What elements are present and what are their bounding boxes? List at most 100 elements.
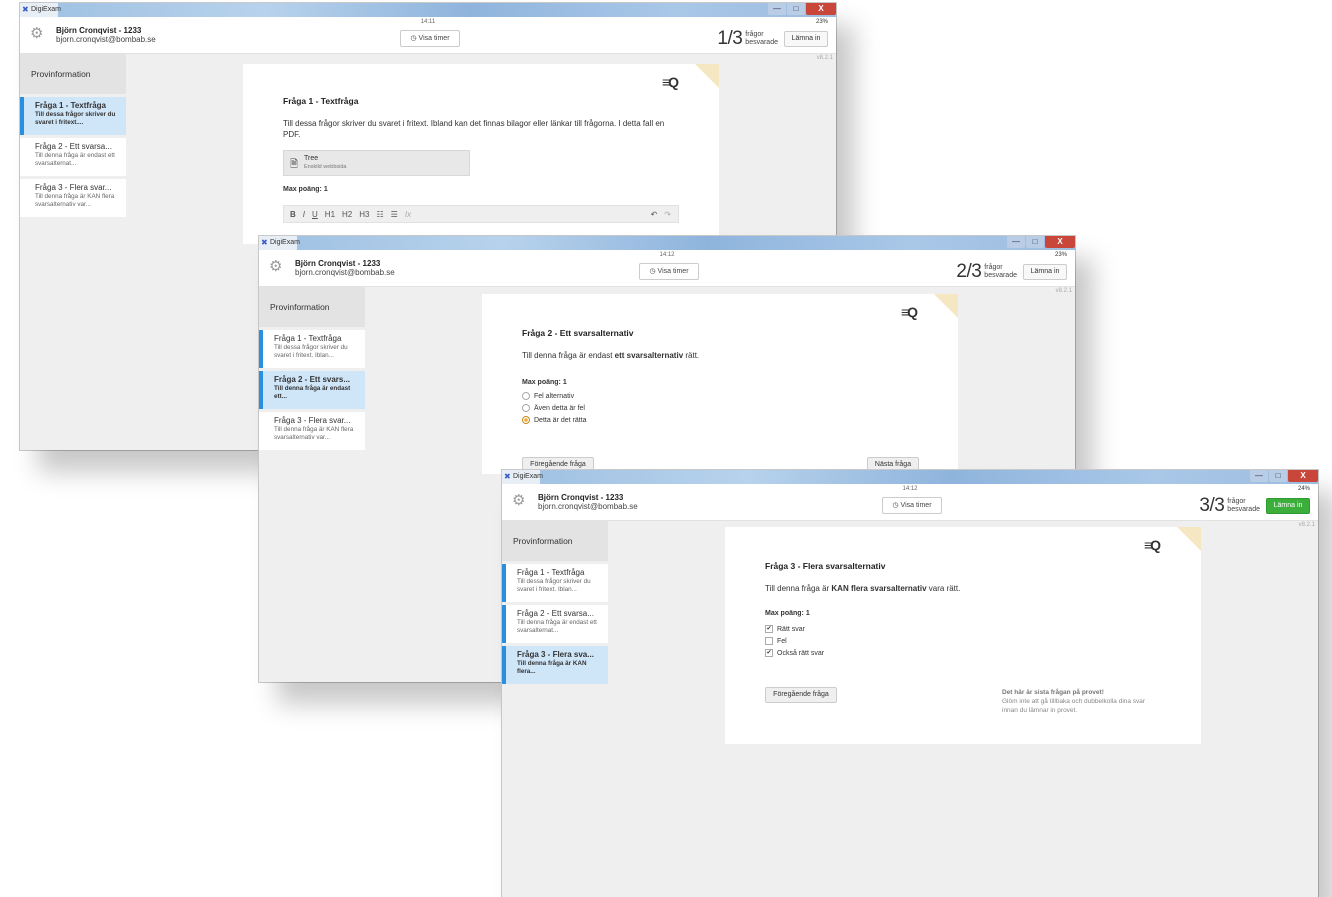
last-question-note: Det här är sista frågan på provet! Glöm … bbox=[1002, 689, 1146, 714]
progress-count: 2/3 bbox=[956, 261, 982, 282]
question-text: Till dessa frågor skriver du svaret i fr… bbox=[283, 119, 665, 139]
app-name: DigiExam bbox=[513, 473, 543, 480]
user-email: bjorn.cronqvist@bombab.se bbox=[538, 502, 638, 511]
zoom-text-icon[interactable]: ≡Q bbox=[1144, 537, 1161, 553]
attachment[interactable]: 🗎 Tree Enskild webbsida bbox=[283, 150, 470, 176]
clock-icon: ◷ bbox=[410, 35, 417, 42]
checkbox-checked[interactable]: ✔ bbox=[765, 625, 773, 633]
h1-button[interactable]: H1 bbox=[325, 210, 335, 219]
sidebar-item-question-1[interactable]: Fråga 1 - Textfråga Till dessa frågor sk… bbox=[502, 564, 608, 602]
previous-question-button[interactable]: Föregående fråga bbox=[765, 687, 837, 703]
sidebar-item-question-3[interactable]: Fråga 3 - Flera sva... Till denna fråga … bbox=[502, 646, 608, 684]
minimize-button[interactable]: — bbox=[1250, 470, 1268, 482]
show-timer-button[interactable]: ◷ Visa timer bbox=[639, 263, 699, 280]
user-info: Björn Cronqvist - 1233 bjorn.cronqvist@b… bbox=[538, 493, 638, 511]
italic-button[interactable]: I bbox=[303, 210, 305, 219]
clear-format-icon[interactable]: Ix bbox=[405, 210, 411, 219]
sidebar-item-question-2[interactable]: Fråga 2 - Ett svarsa... Till denna fråga… bbox=[20, 138, 126, 176]
app-tab[interactable]: ✖ DigiExam bbox=[20, 3, 61, 17]
redo-icon[interactable]: ↷ bbox=[664, 210, 671, 219]
sidebar-item-question-3[interactable]: Fråga 3 - Flera svar... Till denna fråga… bbox=[259, 412, 365, 450]
attachment-title: Tree bbox=[304, 155, 319, 162]
zoom-text-icon[interactable]: ≡Q bbox=[901, 304, 918, 320]
max-points: Max poäng: 1 bbox=[522, 379, 567, 386]
underline-button[interactable]: U bbox=[312, 210, 318, 219]
option-3[interactable]: ✔ Också rätt svar bbox=[765, 649, 1161, 657]
close-button[interactable]: X bbox=[1045, 236, 1075, 248]
sidebar: Provinformation Fråga 1 - Textfråga Till… bbox=[20, 54, 126, 217]
editor-toolbar: B I U H1 H2 H3 ☷ ☰ Ix ↶ ↷ bbox=[283, 205, 679, 223]
show-timer-button[interactable]: ◷ Visa timer bbox=[400, 30, 460, 47]
close-button[interactable]: X bbox=[1288, 470, 1318, 482]
gear-icon[interactable]: ⚙ bbox=[269, 259, 283, 274]
maximize-button[interactable]: □ bbox=[1026, 236, 1044, 248]
bold-button[interactable]: B bbox=[290, 210, 296, 219]
app-tab[interactable]: ✖ DigiExam bbox=[502, 470, 543, 484]
title-bar[interactable]: ✖ DigiExam — □ X bbox=[20, 3, 836, 17]
maximize-button[interactable]: □ bbox=[787, 3, 805, 15]
gear-icon[interactable]: ⚙ bbox=[512, 493, 526, 508]
answered-progress: 1/3 frågor besvarade bbox=[717, 28, 778, 49]
option-3[interactable]: Detta är det rätta bbox=[522, 416, 918, 424]
sidebar-item-question-1[interactable]: Fråga 1 - Textfråga Till dessa frågor sk… bbox=[20, 97, 126, 135]
option-1[interactable]: ✔ Rätt svar bbox=[765, 625, 1161, 633]
radio-button[interactable] bbox=[522, 392, 530, 400]
minimize-button[interactable]: — bbox=[768, 3, 786, 15]
checkbox[interactable] bbox=[765, 637, 773, 645]
h2-button[interactable]: H2 bbox=[342, 210, 352, 219]
question-text: Till denna fråga är KAN flera svarsalter… bbox=[765, 584, 961, 593]
digiexam-logo-icon: ✖ bbox=[22, 5, 29, 14]
ordered-list-icon[interactable]: ☷ bbox=[377, 210, 384, 219]
sidebar-exam-info[interactable]: Provinformation bbox=[502, 521, 608, 561]
progress-count: 3/3 bbox=[1199, 495, 1225, 516]
sidebar-item-question-2[interactable]: Fråga 2 - Ett svarsa... Till denna fråga… bbox=[502, 605, 608, 643]
submit-button[interactable]: Lämna in bbox=[784, 31, 828, 47]
option-1[interactable]: Fel alternativ bbox=[522, 392, 918, 400]
version-label: v8.2.1 bbox=[1055, 288, 1072, 294]
sidebar-item-question-3[interactable]: Fråga 3 - Flera svar... Till denna fråga… bbox=[20, 179, 126, 217]
option-2[interactable]: Fel bbox=[765, 637, 1161, 645]
title-bar[interactable]: ✖ DigiExam — □ X bbox=[259, 236, 1075, 250]
version-label: v8.2.1 bbox=[816, 55, 833, 61]
progress-count: 1/3 bbox=[717, 28, 743, 49]
show-timer-button[interactable]: ◷ Visa timer bbox=[882, 497, 942, 514]
user-email: bjorn.cronqvist@bombab.se bbox=[295, 268, 395, 277]
submit-button[interactable]: Lämna in bbox=[1023, 264, 1067, 280]
digiexam-logo-icon: ✖ bbox=[504, 472, 511, 481]
app-name: DigiExam bbox=[270, 239, 300, 246]
app-name: DigiExam bbox=[31, 6, 61, 13]
question-card: ≡Q Fråga 2 - Ett svarsalternativ Till de… bbox=[482, 294, 958, 474]
sidebar-exam-info[interactable]: Provinformation bbox=[20, 54, 126, 94]
question-card: ≡Q Fråga 3 - Flera svarsalternativ Till … bbox=[725, 527, 1201, 744]
user-email: bjorn.cronqvist@bombab.se bbox=[56, 35, 156, 44]
battery-status: 23% bbox=[815, 19, 828, 25]
battery-status: 24% bbox=[1297, 486, 1310, 492]
minimize-button[interactable]: — bbox=[1007, 236, 1025, 248]
sidebar-exam-info[interactable]: Provinformation bbox=[259, 287, 365, 327]
maximize-button[interactable]: □ bbox=[1269, 470, 1287, 482]
battery-status: 23% bbox=[1054, 252, 1067, 258]
title-bar[interactable]: ✖ DigiExam — □ X bbox=[502, 470, 1318, 484]
user-name: Björn Cronqvist - 1233 bbox=[295, 259, 381, 268]
option-2[interactable]: Även detta är fel bbox=[522, 404, 918, 412]
radio-button[interactable] bbox=[522, 404, 530, 412]
radio-button-selected[interactable] bbox=[522, 416, 530, 424]
close-button[interactable]: X bbox=[806, 3, 836, 15]
zoom-text-icon[interactable]: ≡Q bbox=[662, 74, 679, 90]
sidebar-item-question-1[interactable]: Fråga 1 - Textfråga Till dessa frågor sk… bbox=[259, 330, 365, 368]
checkbox-checked[interactable]: ✔ bbox=[765, 649, 773, 657]
clock-icon: ◷ bbox=[892, 502, 899, 509]
corner-fold bbox=[934, 294, 958, 318]
h3-button[interactable]: H3 bbox=[359, 210, 369, 219]
digiexam-logo-icon: ✖ bbox=[261, 238, 268, 247]
question-text: Till denna fråga är endast ett svarsalte… bbox=[522, 351, 700, 360]
gear-icon[interactable]: ⚙ bbox=[30, 26, 44, 41]
sidebar-item-question-2[interactable]: Fråga 2 - Ett svars... Till denna fråga … bbox=[259, 371, 365, 409]
version-label: v8.2.1 bbox=[1298, 522, 1315, 528]
submit-button[interactable]: Lämna in bbox=[1266, 498, 1310, 514]
app-tab[interactable]: ✖ DigiExam bbox=[259, 236, 300, 250]
bullet-list-icon[interactable]: ☰ bbox=[391, 210, 398, 219]
clock: 14:11 bbox=[420, 19, 436, 25]
undo-icon[interactable]: ↶ bbox=[651, 210, 658, 219]
user-name: Björn Cronqvist - 1233 bbox=[538, 493, 624, 502]
